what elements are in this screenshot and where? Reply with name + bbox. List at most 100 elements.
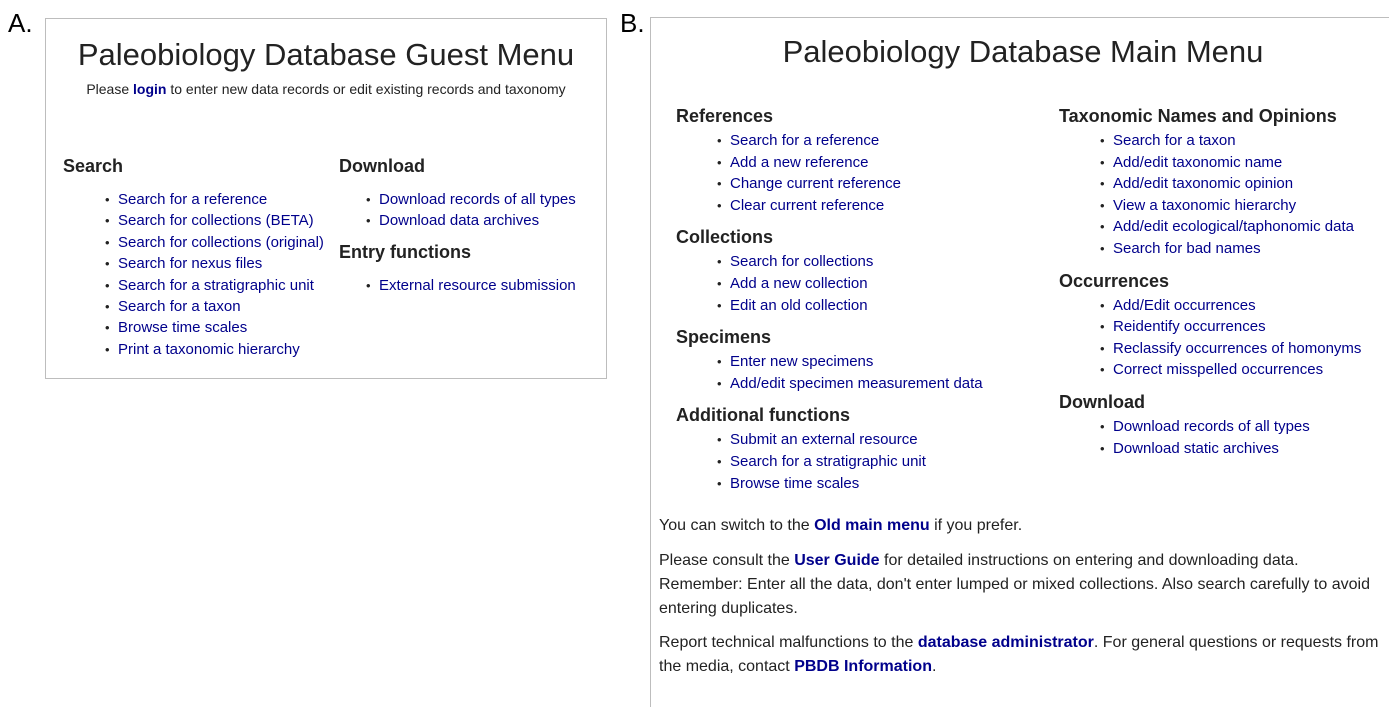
list-item: Add/edit ecological/taphonomic data bbox=[1100, 216, 1361, 238]
search-collections-link[interactable]: Search for collections bbox=[730, 253, 873, 270]
list-item: View a taxonomic hierarchy bbox=[1100, 195, 1361, 217]
collections-list: Search for collections Add a new collect… bbox=[717, 251, 983, 316]
occurrences-list: Add/Edit occurrences Reidentify occurren… bbox=[1100, 295, 1361, 381]
switch-menu-paragraph: You can switch to the Old main menu if y… bbox=[659, 514, 1379, 538]
clear-reference-link[interactable]: Clear current reference bbox=[730, 197, 884, 214]
edit-taxonomic-name-link[interactable]: Add/edit taxonomic name bbox=[1113, 154, 1282, 171]
taxonomic-section: Taxonomic Names and Opinions Search for … bbox=[1059, 107, 1361, 260]
report-paragraph: Report technical malfunctions to the dat… bbox=[659, 631, 1379, 679]
enter-specimens-link[interactable]: Enter new specimens bbox=[730, 353, 873, 370]
list-item: Print a taxonomic hierarchy bbox=[105, 339, 324, 361]
taxonomic-heading: Taxonomic Names and Opinions bbox=[1059, 106, 1337, 126]
change-reference-link[interactable]: Change current reference bbox=[730, 175, 901, 192]
main-download-section: Download Download records of all types D… bbox=[1059, 393, 1361, 459]
list-item: Edit an old collection bbox=[717, 295, 983, 317]
specimens-heading: Specimens bbox=[676, 327, 772, 348]
switch-prefix: You can switch to the bbox=[659, 517, 815, 534]
list-item: Search for a taxon bbox=[105, 296, 324, 318]
additional-functions-heading: Additional functions bbox=[676, 405, 850, 426]
add-collection-link[interactable]: Add a new collection bbox=[730, 275, 868, 292]
guest-menu-panel: Paleobiology Database Guest Menu Please … bbox=[45, 18, 607, 379]
list-item: Search for nexus files bbox=[105, 253, 324, 275]
user-guide-link[interactable]: User Guide bbox=[794, 552, 879, 569]
browse-time-scales-link[interactable]: Browse time scales bbox=[730, 475, 859, 492]
list-item: Download static archives bbox=[1100, 438, 1361, 460]
panel-label-a: A. bbox=[8, 8, 33, 38]
additional-functions-list: Submit an external resource Search for a… bbox=[717, 429, 983, 494]
guest-entry-list: External resource submission bbox=[366, 275, 576, 297]
search-collections-original-link[interactable]: Search for collections (original) bbox=[118, 234, 324, 251]
download-all-records-link[interactable]: Download records of all types bbox=[379, 191, 576, 208]
list-item: Browse time scales bbox=[717, 473, 983, 495]
reclassify-homonyms-link[interactable]: Reclassify occurrences of homonyms bbox=[1113, 340, 1361, 357]
submit-external-resource-link[interactable]: Submit an external resource bbox=[730, 431, 918, 448]
report-prefix: Report technical malfunctions to the bbox=[659, 634, 918, 651]
download-static-archives-link[interactable]: Download static archives bbox=[1113, 440, 1279, 457]
search-collections-beta-link[interactable]: Search for collections (BETA) bbox=[118, 212, 314, 229]
old-main-menu-link[interactable]: Old main menu bbox=[814, 517, 930, 534]
list-item: Search for a reference bbox=[105, 189, 324, 211]
list-item: Search for a taxon bbox=[1100, 130, 1361, 152]
main-menu-title: Paleobiology Database Main Menu bbox=[782, 34, 1264, 69]
main-menu-panel: Paleobiology Database Main Menu Referenc… bbox=[650, 17, 1389, 707]
main-right-column: Taxonomic Names and Opinions Search for … bbox=[1059, 107, 1361, 471]
list-item: Reclassify occurrences of homonyms bbox=[1100, 338, 1361, 360]
specimens-section: Specimens Enter new specimens Add/edit s… bbox=[676, 328, 983, 394]
view-taxonomic-hierarchy-link[interactable]: View a taxonomic hierarchy bbox=[1113, 197, 1296, 214]
download-data-archives-link[interactable]: Download data archives bbox=[379, 212, 539, 229]
list-item: Clear current reference bbox=[717, 195, 983, 217]
search-bad-names-link[interactable]: Search for bad names bbox=[1113, 240, 1261, 257]
edit-ecological-data-link[interactable]: Add/edit ecological/taphonomic data bbox=[1113, 218, 1354, 235]
search-stratigraphic-unit-link[interactable]: Search for a stratigraphic unit bbox=[730, 453, 926, 470]
list-item: Download data archives bbox=[366, 210, 576, 232]
print-taxonomic-hierarchy-link[interactable]: Print a taxonomic hierarchy bbox=[118, 341, 300, 358]
login-note-suffix: to enter new data records or edit existi… bbox=[166, 81, 566, 97]
guest-search-section: Search Search for a reference Search for… bbox=[63, 157, 324, 361]
list-item: Search for a stratigraphic unit bbox=[105, 275, 324, 297]
guest-menu-title: Paleobiology Database Guest Menu bbox=[77, 37, 575, 72]
consult-guide-paragraph: Please consult the User Guide for detail… bbox=[659, 549, 1379, 621]
search-nexus-files-link[interactable]: Search for nexus files bbox=[118, 255, 262, 272]
collections-section: Collections Search for collections Add a… bbox=[676, 228, 983, 316]
search-stratigraphic-unit-link[interactable]: Search for a stratigraphic unit bbox=[118, 277, 314, 294]
reidentify-occurrences-link[interactable]: Reidentify occurrences bbox=[1113, 318, 1266, 335]
database-administrator-link[interactable]: database administrator bbox=[918, 634, 1094, 651]
taxonomic-list: Search for a taxon Add/edit taxonomic na… bbox=[1100, 130, 1361, 260]
guest-download-heading: Download bbox=[339, 156, 425, 176]
list-item: Add a new collection bbox=[717, 273, 983, 295]
correct-misspelled-link[interactable]: Correct misspelled occurrences bbox=[1113, 361, 1323, 378]
add-reference-link[interactable]: Add a new reference bbox=[730, 154, 868, 171]
external-resource-submission-link[interactable]: External resource submission bbox=[379, 277, 576, 294]
guest-search-list: Search for a reference Search for collec… bbox=[105, 189, 324, 361]
list-item: Search for a stratigraphic unit bbox=[717, 451, 983, 473]
download-all-records-link[interactable]: Download records of all types bbox=[1113, 418, 1310, 435]
additional-functions-section: Additional functions Submit an external … bbox=[676, 406, 983, 494]
edit-occurrences-link[interactable]: Add/Edit occurrences bbox=[1113, 297, 1256, 314]
specimens-list: Enter new specimens Add/edit specimen me… bbox=[717, 351, 983, 394]
list-item: External resource submission bbox=[366, 275, 576, 297]
collections-heading: Collections bbox=[676, 227, 774, 248]
list-item: Add/edit taxonomic opinion bbox=[1100, 173, 1361, 195]
list-item: Correct misspelled occurrences bbox=[1100, 359, 1361, 381]
list-item: Add/Edit occurrences bbox=[1100, 295, 1361, 317]
edit-taxonomic-opinion-link[interactable]: Add/edit taxonomic opinion bbox=[1113, 175, 1293, 192]
list-item: Search for collections (original) bbox=[105, 232, 324, 254]
search-taxon-link[interactable]: Search for a taxon bbox=[1113, 132, 1236, 149]
list-item: Search for collections (BETA) bbox=[105, 210, 324, 232]
login-link[interactable]: login bbox=[133, 81, 166, 97]
switch-suffix: if you prefer. bbox=[929, 517, 1023, 534]
search-taxon-link[interactable]: Search for a taxon bbox=[118, 298, 241, 315]
list-item: Add a new reference bbox=[717, 152, 983, 174]
pbdb-information-link[interactable]: PBDB Information bbox=[794, 658, 932, 675]
list-item: Add/edit specimen measurement data bbox=[717, 373, 983, 395]
search-reference-link[interactable]: Search for a reference bbox=[118, 191, 267, 208]
specimen-measurement-link[interactable]: Add/edit specimen measurement data bbox=[730, 375, 983, 392]
list-item: Search for bad names bbox=[1100, 238, 1361, 260]
main-download-list: Download records of all types Download s… bbox=[1100, 416, 1361, 459]
browse-time-scales-link[interactable]: Browse time scales bbox=[118, 319, 247, 336]
list-item: Search for a reference bbox=[717, 130, 983, 152]
list-item: Reidentify occurrences bbox=[1100, 316, 1361, 338]
search-reference-link[interactable]: Search for a reference bbox=[730, 132, 879, 149]
login-note-prefix: Please bbox=[86, 81, 134, 97]
edit-collection-link[interactable]: Edit an old collection bbox=[730, 297, 868, 314]
